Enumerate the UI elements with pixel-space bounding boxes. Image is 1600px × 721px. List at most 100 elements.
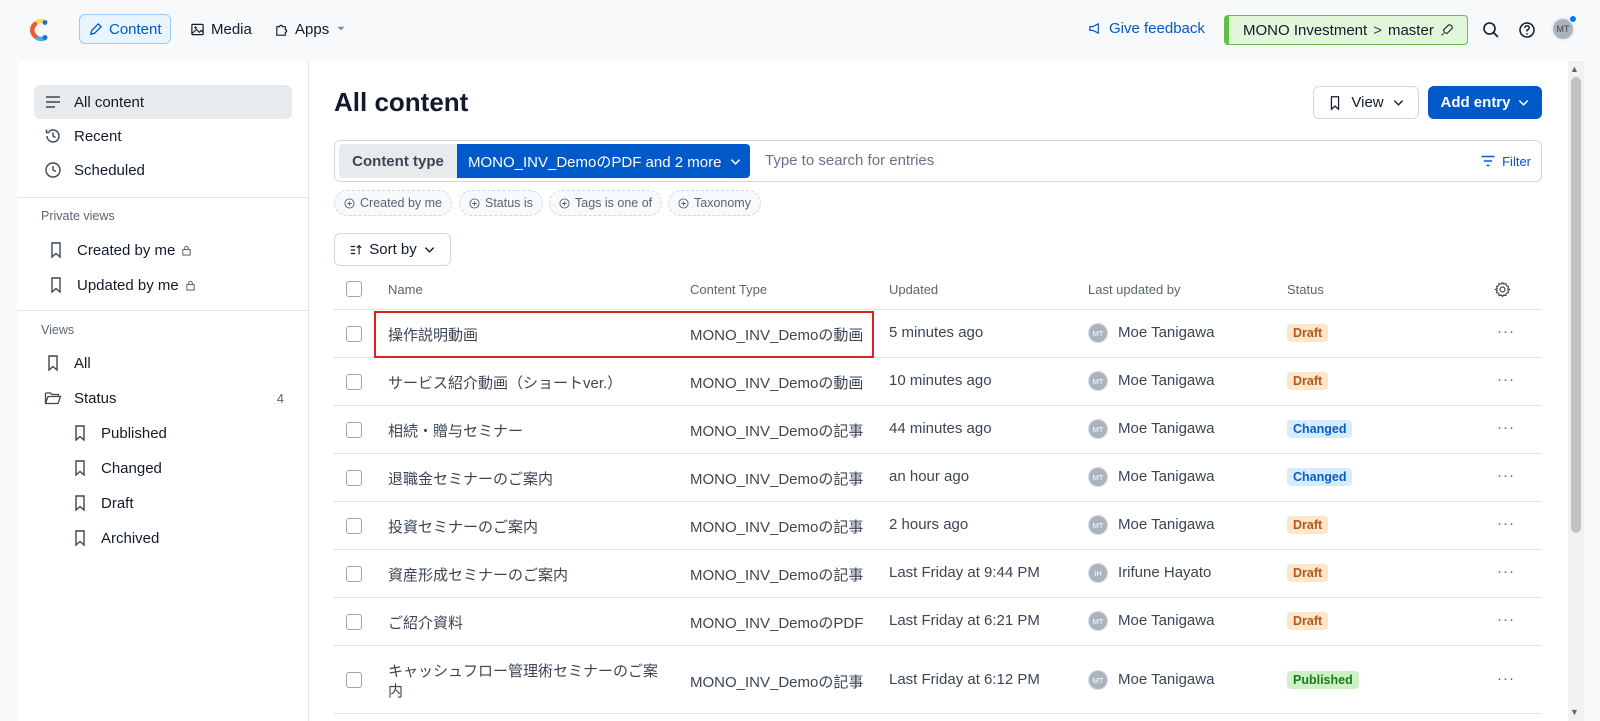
- search-input[interactable]: [765, 152, 1365, 169]
- table-row[interactable]: キャッシュフロー管理術セミナーのご案内 MONO_INV_Demoの記事 Las…: [334, 646, 1542, 714]
- row-checkbox[interactable]: [346, 672, 362, 688]
- entry-name[interactable]: 相続・贈与セミナー: [388, 420, 523, 441]
- sidebar-item-label: Updated by me: [77, 276, 179, 294]
- column-header-updated[interactable]: Updated: [889, 282, 938, 297]
- bookmark-icon: [48, 355, 58, 372]
- more-actions-icon[interactable]: ···: [1497, 323, 1515, 340]
- entry-name[interactable]: 退職金セミナーのご案内: [388, 468, 553, 489]
- entry-updated: 5 minutes ago: [889, 324, 984, 341]
- help-icon[interactable]: [1517, 20, 1537, 40]
- chevron-down-icon: [424, 247, 434, 253]
- more-actions-icon[interactable]: ···: [1497, 515, 1515, 532]
- sidebar-item-updated-by-me[interactable]: Updated by me: [37, 268, 295, 302]
- table-row[interactable]: サービス紹介動画（ショートver.） MONO_INV_Demoの動画 10 m…: [334, 358, 1542, 406]
- quick-filter-taxonomy[interactable]: Taxonomy: [668, 190, 761, 216]
- chevron-down-icon: [1393, 100, 1403, 106]
- column-header-name[interactable]: Name: [388, 282, 423, 297]
- bookmark-icon: [75, 460, 85, 477]
- status-badge: Published: [1287, 671, 1359, 689]
- content-type-label: Content type: [339, 144, 457, 178]
- status-badge: Changed: [1287, 468, 1353, 486]
- row-checkbox[interactable]: [346, 470, 362, 486]
- select-all-checkbox[interactable]: [346, 281, 362, 297]
- sidebar-item-label: Created by me: [77, 241, 176, 259]
- entry-name[interactable]: 資産形成セミナーのご案内: [388, 564, 568, 585]
- space-name: MONO Investment: [1243, 21, 1368, 39]
- table-row[interactable]: 投資セミナーのご案内 MONO_INV_Demoの記事 2 hours ago …: [334, 502, 1542, 550]
- search-icon[interactable]: [1481, 20, 1501, 40]
- content-type-selector[interactable]: MONO_INV_DemoのPDF and 2 more: [457, 144, 750, 178]
- quick-filter-status-is[interactable]: Status is: [459, 190, 543, 216]
- sidebar-item-label: Archived: [101, 529, 160, 547]
- top-navigation-bar: Content Media Apps Give feedback MONO In…: [0, 0, 1600, 60]
- table-row[interactable]: ご紹介資料 MONO_INV_DemoのPDF Last Friday at 6…: [334, 598, 1542, 646]
- environment-selector[interactable]: MONO Investment > master: [1224, 15, 1468, 45]
- sidebar-item-draft[interactable]: Draft: [61, 486, 292, 520]
- more-actions-icon[interactable]: ···: [1497, 611, 1515, 628]
- sidebar-item-changed[interactable]: Changed: [61, 451, 292, 485]
- nav-media[interactable]: Media: [182, 14, 260, 44]
- quick-filter-label: Status is: [485, 196, 533, 210]
- sidebar-item-label: Scheduled: [74, 161, 145, 179]
- column-header-content-type[interactable]: Content Type: [690, 282, 767, 297]
- bookmark-icon: [75, 495, 85, 512]
- entry-name[interactable]: 投資セミナーのご案内: [388, 516, 538, 537]
- filter-button[interactable]: Filter: [1480, 153, 1531, 169]
- contentful-logo[interactable]: [25, 16, 53, 44]
- image-icon: [191, 23, 204, 35]
- table-row[interactable]: 資産形成セミナーのご案内 MONO_INV_Demoの記事 Last Frida…: [334, 550, 1542, 598]
- row-checkbox[interactable]: [346, 326, 362, 342]
- more-actions-icon[interactable]: ···: [1497, 467, 1515, 484]
- entry-name[interactable]: キャッシュフロー管理術セミナーのご案内: [388, 662, 658, 702]
- entry-name[interactable]: ご紹介資料: [388, 612, 463, 633]
- row-checkbox[interactable]: [346, 614, 362, 630]
- nav-apps[interactable]: Apps: [266, 14, 355, 44]
- sort-by-button[interactable]: Sort by: [334, 233, 451, 266]
- more-actions-icon[interactable]: ···: [1497, 371, 1515, 388]
- sidebar-item-created-by-me[interactable]: Created by me: [37, 233, 295, 267]
- list-icon: [46, 96, 60, 108]
- sidebar-item-status-folder[interactable]: Status 4: [34, 381, 292, 415]
- column-header-status[interactable]: Status: [1287, 282, 1324, 297]
- view-button[interactable]: View: [1313, 86, 1419, 119]
- nav-content[interactable]: Content: [79, 14, 171, 44]
- scrollbar-thumb[interactable]: [1571, 77, 1581, 533]
- content-type-value: MONO_INV_DemoのPDF and 2 more: [468, 153, 722, 171]
- status-badge: Draft: [1287, 324, 1329, 342]
- gear-icon[interactable]: [1494, 281, 1511, 298]
- row-checkbox[interactable]: [346, 374, 362, 390]
- sidebar-item-label: All content: [74, 93, 145, 111]
- filter-label: Filter: [1502, 153, 1531, 169]
- more-actions-icon[interactable]: ···: [1497, 419, 1515, 436]
- scroll-down-icon[interactable]: ▼: [1570, 707, 1579, 717]
- give-feedback-link[interactable]: Give feedback: [1088, 20, 1205, 37]
- sidebar: All content Recent Scheduled Private vie…: [17, 61, 309, 721]
- row-checkbox[interactable]: [346, 566, 362, 582]
- sidebar-item-archived[interactable]: Archived: [61, 521, 292, 555]
- more-actions-icon[interactable]: ···: [1497, 670, 1515, 687]
- scroll-up-icon[interactable]: ▲: [1570, 64, 1579, 74]
- more-actions-icon[interactable]: ···: [1497, 563, 1515, 580]
- sidebar-item-published[interactable]: Published: [61, 416, 292, 450]
- puzzle-icon: [276, 24, 288, 36]
- sidebar-item-recent[interactable]: Recent: [34, 119, 292, 153]
- add-entry-button[interactable]: Add entry: [1428, 86, 1542, 119]
- sidebar-item-all-content[interactable]: All content: [34, 85, 292, 119]
- views-heading: Views: [41, 323, 75, 337]
- quick-filter-created-by-me[interactable]: Created by me: [334, 190, 452, 216]
- sidebar-divider: [17, 197, 309, 198]
- row-checkbox[interactable]: [346, 518, 362, 534]
- sidebar-item-scheduled[interactable]: Scheduled: [34, 153, 292, 187]
- sidebar-item-all[interactable]: All: [34, 346, 292, 380]
- column-header-last-updated-by[interactable]: Last updated by: [1088, 282, 1181, 297]
- row-checkbox[interactable]: [346, 422, 362, 438]
- entry-updated: 2 hours ago: [889, 516, 969, 533]
- entry-content-type: MONO_INV_Demoの記事: [690, 423, 864, 440]
- table-row[interactable]: 退職金セミナーのご案内 MONO_INV_Demoの記事 an hour ago…: [334, 454, 1542, 502]
- user-avatar: MT: [1088, 323, 1108, 343]
- entry-updated-by: Moe Tanigawa: [1118, 671, 1215, 688]
- table-row[interactable]: 相続・贈与セミナー MONO_INV_Demoの記事 44 minutes ag…: [334, 406, 1542, 454]
- entry-name[interactable]: サービス紹介動画（ショートver.）: [388, 372, 622, 393]
- quick-filter-tags[interactable]: Tags is one of: [549, 190, 663, 216]
- bookmark-icon: [51, 277, 61, 294]
